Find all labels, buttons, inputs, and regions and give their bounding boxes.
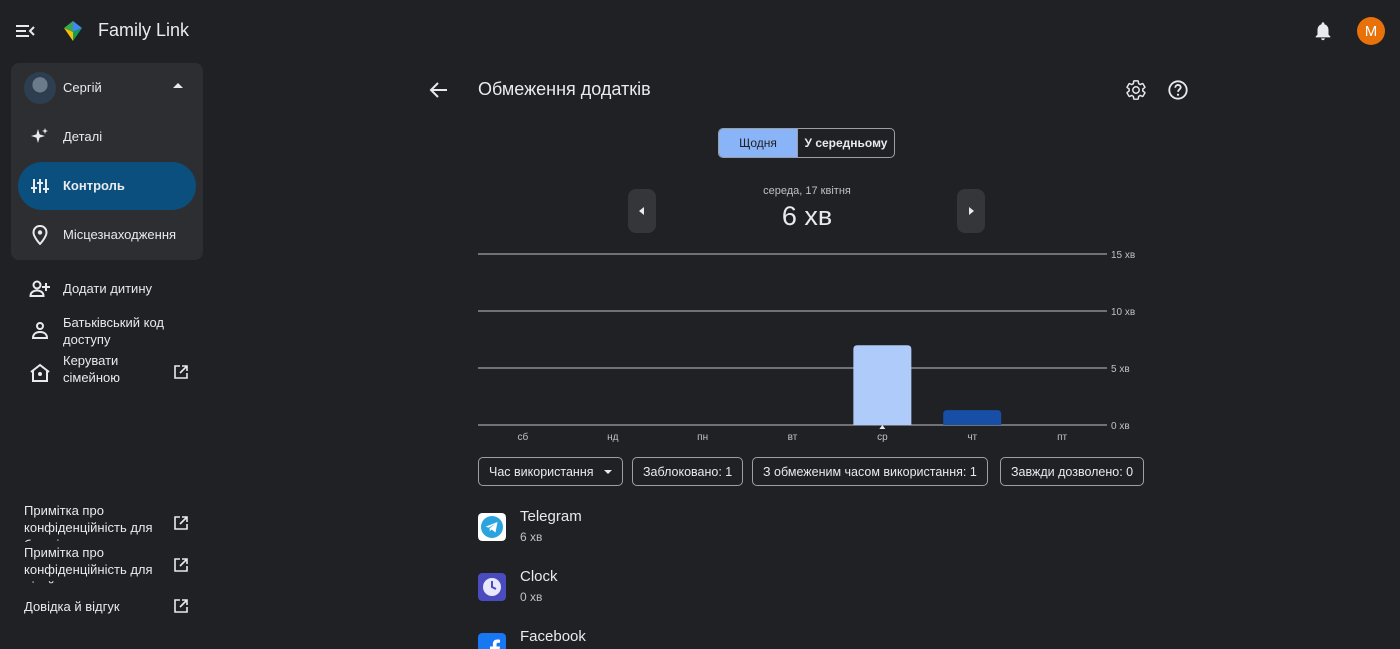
app-row-facebook[interactable]: Facebook [478, 628, 878, 649]
manage-family-group-label: Керувати сімейною групою [63, 353, 120, 391]
notifications-bell-icon[interactable] [1312, 20, 1334, 42]
dropdown-arrow-icon [603, 469, 612, 474]
app-usage-time: 0 хв [520, 590, 543, 604]
parent-access-code-label: Батьківський код доступу [63, 315, 164, 347]
x-tick-label: пт [1057, 432, 1067, 443]
family-link-logo-icon [64, 21, 82, 41]
app-name: Facebook [520, 628, 586, 645]
sidebar-item-location[interactable]: Місцезнаходження [18, 211, 196, 259]
external-link-icon [174, 558, 188, 572]
help-feedback-link[interactable]: Довідка й відгук [24, 596, 194, 618]
privacy-notice-children-link[interactable]: Примітка про конфіденційність для дітей [24, 544, 194, 584]
add-person-icon [29, 280, 50, 297]
next-day-button[interactable] [957, 189, 985, 233]
external-link-icon [174, 516, 188, 530]
telegram-icon [478, 513, 506, 541]
add-child-link[interactable]: Додати дитину [18, 276, 198, 302]
parent-code-icon [31, 322, 49, 339]
add-child-label: Додати дитину [63, 281, 152, 296]
child-name: Сергій [63, 80, 102, 95]
x-tick-label: пн [697, 432, 708, 443]
chart-bar [853, 345, 912, 425]
clock-icon [478, 573, 506, 601]
previous-day-button[interactable] [628, 189, 656, 233]
menu-collapse-icon[interactable] [12, 19, 38, 43]
app-name: Telegram [520, 508, 582, 525]
family-home-icon [30, 363, 50, 382]
top-app-bar: Family Link M [0, 0, 1400, 62]
chart-bar [943, 410, 1002, 425]
toggle-daily[interactable]: Щодня [719, 129, 797, 157]
manage-family-group-link[interactable]: Керувати сімейною групою [18, 351, 198, 391]
child-selector[interactable]: Сергій [11, 63, 203, 113]
location-pin-icon [32, 225, 48, 245]
y-tick-label: 0 хв [1111, 421, 1130, 432]
sidebar-item-label: Місцезнаходження [63, 227, 177, 242]
x-tick-label: ср [877, 432, 888, 443]
blocked-filter-chip[interactable]: Заблоковано: 1 [632, 457, 744, 486]
x-tick-label: сб [518, 431, 529, 443]
sidebar-item-details[interactable]: Деталі [18, 113, 196, 161]
selected-day-marker [879, 425, 886, 429]
child-avatar [24, 72, 56, 104]
parent-access-code-link[interactable]: Батьківський код доступу [18, 313, 198, 349]
period-toggle: Щодня У середньому [718, 128, 895, 158]
total-usage: 6 хв [781, 201, 833, 231]
y-tick-label: 10 хв [1111, 307, 1135, 318]
back-arrow-icon[interactable] [428, 79, 450, 101]
app-title: Family Link [98, 20, 190, 40]
toggle-average[interactable]: У середньому [797, 129, 894, 157]
y-tick-label: 15 хв [1111, 250, 1135, 261]
app-usage-time: 6 хв [520, 530, 543, 544]
always-allowed-filter-chip[interactable]: Завжди дозволено: 0 [1000, 457, 1145, 486]
app-row-telegram[interactable]: Telegram 6 хв [478, 508, 878, 558]
settings-gear-icon[interactable] [1125, 79, 1147, 101]
privacy-notice-parents-label: Примітка про конфіденційність для батькі… [24, 503, 153, 542]
app-name: Clock [520, 568, 558, 585]
sidebar-item-label: Контроль [63, 178, 125, 193]
x-tick-label: чт [967, 432, 977, 443]
usage-time-label: Час використання [489, 464, 594, 479]
x-tick-label: нд [607, 432, 619, 443]
help-feedback-label: Довідка й відгук [24, 599, 120, 614]
selected-date: середа, 17 квітня [763, 185, 851, 197]
x-tick-label: вт [788, 432, 798, 443]
external-link-icon [174, 599, 188, 613]
usage-bar-chart: 0 хв 5 хв 10 хв 15 хв сб нд пн вт ср чт пт [478, 250, 1135, 443]
caret-up-icon [173, 83, 183, 88]
limited-filter-chip[interactable]: З обмеженим часом використання: 1 [752, 457, 988, 486]
usage-time-dropdown[interactable]: Час використання [478, 457, 623, 486]
privacy-notice-parents-link[interactable]: Примітка про конфіденційність для батькі… [24, 502, 194, 542]
child-profile-card: Сергій Деталі Контроль Місцезнаходження [11, 63, 203, 260]
facebook-icon [478, 633, 506, 649]
app-row-clock[interactable]: Clock 0 хв [478, 568, 878, 618]
sidebar-item-controls[interactable]: Контроль [18, 162, 196, 210]
y-tick-label: 5 хв [1111, 364, 1130, 375]
page-title: Обмеження додатків [478, 79, 651, 99]
tune-icon [31, 179, 49, 193]
sidebar-item-label: Деталі [63, 129, 103, 144]
sparkle-icon [31, 128, 48, 143]
account-avatar[interactable]: M [1357, 17, 1385, 45]
help-question-icon[interactable] [1167, 79, 1189, 101]
privacy-notice-children-label: Примітка про конфіденційність для дітей [24, 545, 153, 584]
external-link-icon [174, 365, 188, 379]
